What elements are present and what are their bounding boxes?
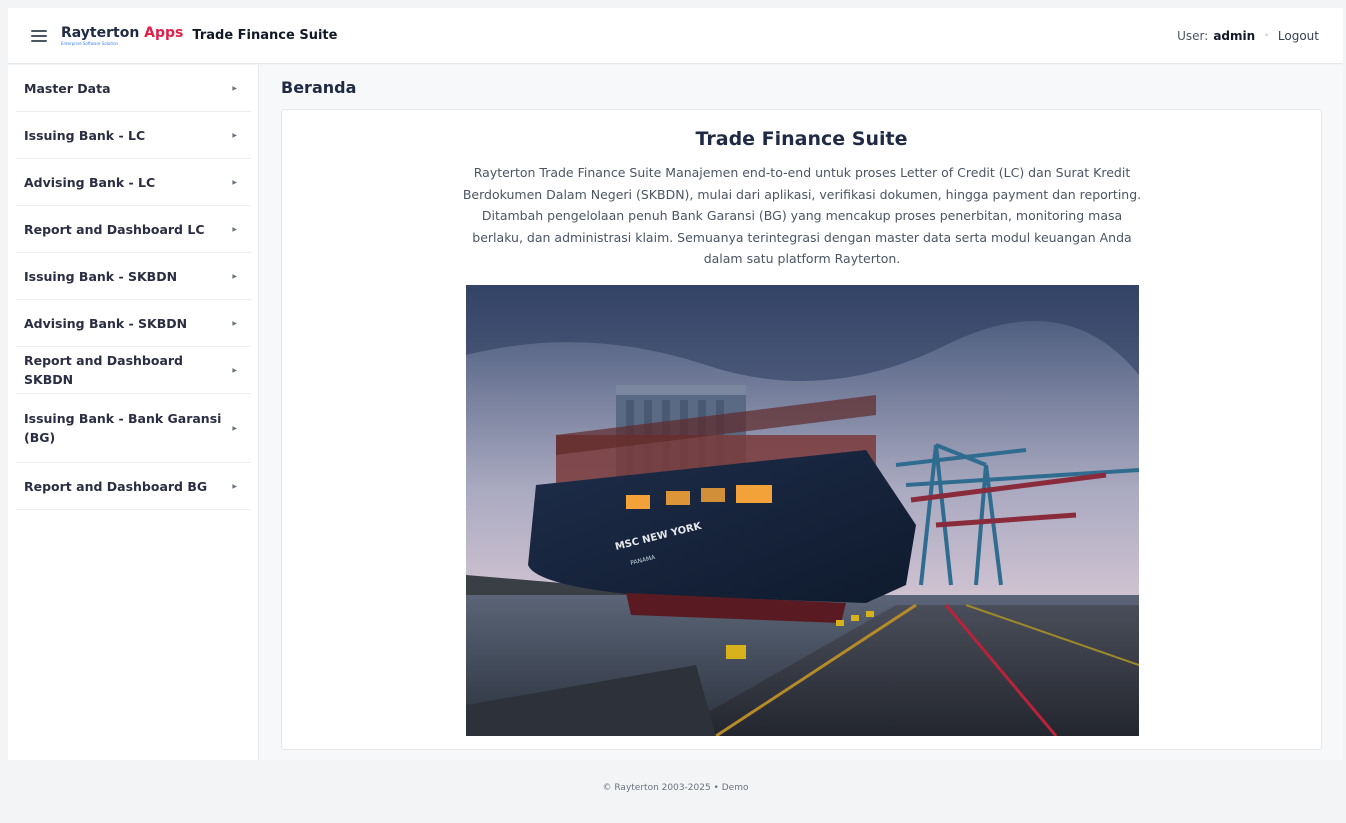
brand-logo[interactable]: Rayterton Apps Enterprise Software Solut… — [61, 26, 183, 46]
sidebar-item-label: Advising Bank - SKBDN — [24, 315, 188, 331]
menu-icon[interactable] — [31, 29, 47, 42]
card-description: Rayterton Trade Finance Suite Manajemen … — [462, 165, 1142, 266]
user-separator: • — [1264, 31, 1269, 40]
sidebar-item-master-data[interactable]: Master Data ▶ — [16, 65, 251, 112]
chevron-right-icon: ▶ — [232, 319, 237, 327]
sidebar-item-label: Advising Bank - LC — [24, 174, 156, 190]
chevron-right-icon: ▶ — [232, 424, 237, 432]
footer-text: © Rayterton 2003-2025 • Demo — [602, 783, 749, 793]
username: admin — [1213, 28, 1256, 43]
card-title: Trade Finance Suite — [695, 128, 908, 150]
hero-image: MSC NEW YORK PANAMA — [466, 285, 1139, 736]
sidebar-item-issuing-bank-bg[interactable]: Issuing Bank - Bank Garansi (BG) ▶ — [16, 394, 251, 463]
sidebar-item-advising-bank-lc[interactable]: Advising Bank - LC ▶ — [16, 159, 251, 206]
sidebar-item-issuing-bank-skbdn[interactable]: Issuing Bank - SKBDN ▶ — [16, 253, 251, 300]
logout-link[interactable]: Logout — [1278, 29, 1319, 43]
sidebar-divider — [258, 65, 259, 760]
sidebar-item-label: Report and Dashboard LC — [24, 221, 205, 237]
chevron-right-icon: ▶ — [232, 84, 237, 92]
footer: © Rayterton 2003-2025 • Demo — [8, 761, 1343, 823]
chevron-right-icon: ▶ — [232, 366, 237, 374]
sidebar-item-label: Report and Dashboard BG — [24, 478, 208, 494]
sidebar-item-report-dashboard-skbdn[interactable]: Report and Dashboard SKBDN ▶ — [16, 347, 251, 394]
user-label: User: — [1177, 28, 1209, 43]
chevron-right-icon: ▶ — [232, 131, 237, 139]
sidebar-item-label: Issuing Bank - SKBDN — [24, 268, 178, 284]
brand-name: Rayterton — [61, 24, 140, 41]
sidebar-item-label: Issuing Bank - Bank Garansi (BG) — [24, 411, 222, 445]
brand-accent: Apps — [144, 24, 184, 41]
page-title: Beranda — [281, 78, 357, 97]
sidebar-item-label: Report and Dashboard SKBDN — [24, 353, 183, 387]
content-card: Trade Finance Suite Rayterton Trade Fina… — [281, 109, 1322, 750]
sidebar-item-report-dashboard-bg[interactable]: Report and Dashboard BG ▶ — [16, 463, 251, 510]
chevron-right-icon: ▶ — [232, 178, 237, 186]
sidebar-item-advising-bank-skbdn[interactable]: Advising Bank - SKBDN ▶ — [16, 300, 251, 347]
sidebar-item-label: Issuing Bank - LC — [24, 127, 146, 143]
sidebar-item-label: Master Data — [24, 80, 111, 96]
chevron-right-icon: ▶ — [232, 272, 237, 280]
chevron-right-icon: ▶ — [232, 482, 237, 490]
brand-tagline: Enterprise Software Solution — [61, 40, 119, 46]
sidebar: Master Data ▶ Issuing Bank - LC ▶ Advising… — [16, 65, 251, 510]
app-title: Trade Finance Suite — [192, 28, 338, 43]
user-area: User: admin • Logout — [1177, 29, 1319, 43]
chevron-right-icon: ▶ — [232, 225, 237, 233]
sidebar-item-report-dashboard-lc[interactable]: Report and Dashboard LC ▶ — [16, 206, 251, 253]
top-bar: Rayterton Apps Enterprise Software Solut… — [8, 8, 1343, 64]
sidebar-item-issuing-bank-lc[interactable]: Issuing Bank - LC ▶ — [16, 112, 251, 159]
